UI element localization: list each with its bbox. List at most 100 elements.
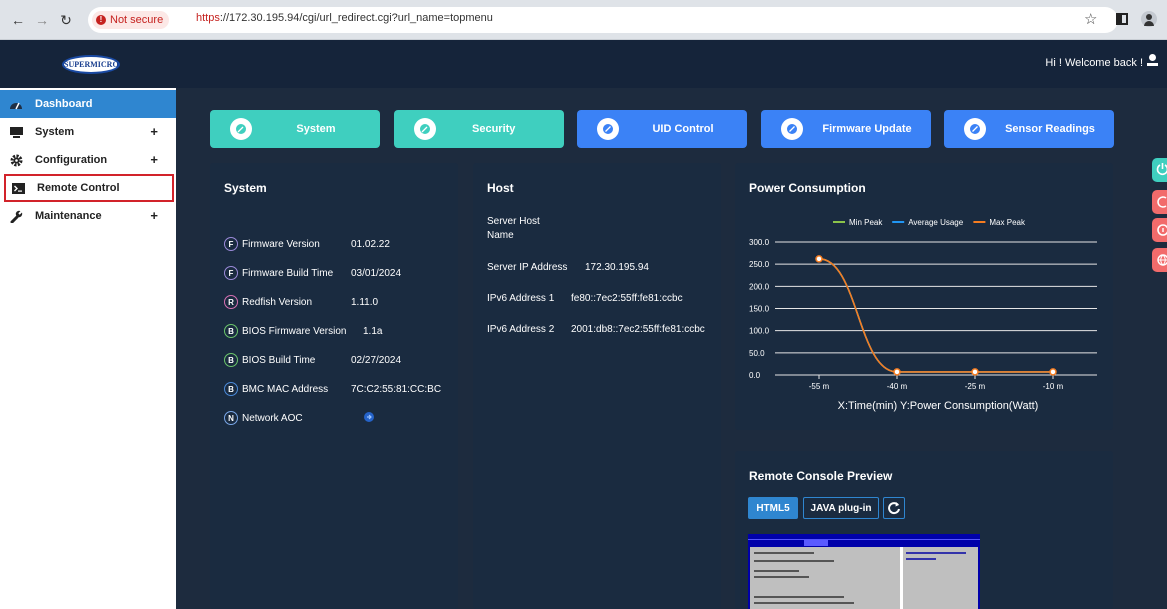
y-tick-label: 100.0 [749, 327, 770, 336]
info-value: 03/01/2024 [351, 267, 402, 279]
java-plugin-button[interactable]: JAVA plug-in [803, 497, 879, 519]
refresh-icon [888, 502, 900, 515]
expand-plus-icon[interactable]: + [150, 124, 158, 139]
not-secure-label: Not secure [110, 14, 164, 26]
info-row: IPv6 Address 2 2001:db8::7ec2:55ff:fe81:… [487, 324, 717, 335]
info-icon [1157, 224, 1167, 236]
info-row: B BIOS Build Time 02/27/2024 [224, 352, 401, 368]
data-point [815, 255, 823, 263]
reload-icon[interactable]: ↻ [58, 12, 74, 28]
html5-button[interactable]: HTML5 [748, 497, 798, 519]
x-tick-label: -55 m [809, 382, 830, 391]
leaf-icon [230, 118, 252, 140]
terminal-icon [11, 181, 25, 195]
link-icon [964, 118, 986, 140]
arrow-circle-icon[interactable] [363, 411, 375, 426]
tab-label: System [296, 123, 336, 135]
user-icon[interactable] [1147, 54, 1158, 68]
legend-label: Min Peak [849, 218, 883, 227]
sidebar-item-configuration[interactable]: Configuration + [0, 146, 176, 174]
url-text[interactable]: https://172.30.195.94/cgi/url_redirect.c… [196, 12, 493, 24]
panel-title: System [224, 181, 267, 195]
r-badge-icon: R [224, 295, 238, 309]
info-label: Redfish Version [242, 296, 313, 308]
power-icon [1156, 163, 1167, 176]
info-label: Firmware Build Time [242, 267, 334, 279]
tab-security[interactable]: Security [394, 110, 564, 148]
x-tick-label: -10 m [1043, 382, 1064, 391]
forward-arrow-icon[interactable]: → [34, 12, 50, 28]
host-panel: Host Server Host Name Server IP Address … [473, 163, 721, 609]
profile-icon[interactable] [1141, 11, 1157, 27]
expand-plus-icon[interactable]: + [150, 152, 158, 167]
sidebar-item-dashboard[interactable]: Dashboard [0, 90, 176, 118]
supermicro-logo[interactable]: SUPERMICRO [62, 55, 120, 74]
y-tick-label: 50.0 [749, 349, 765, 358]
reset-side-tab[interactable] [1152, 190, 1167, 214]
info-row: B BIOS Firmware Version 1.1a [224, 323, 382, 339]
tab-system[interactable]: System [210, 110, 380, 148]
info-value: 1.11.0 [351, 296, 379, 308]
sidepanel-icon[interactable] [1116, 13, 1128, 25]
tab-label: Sensor Readings [1005, 123, 1095, 135]
info-row: IPv6 Address 1 fe80::7ec2:55ff:fe81:ccbc [487, 293, 717, 304]
data-point [971, 368, 979, 376]
refresh-button[interactable] [883, 497, 905, 519]
info-row: N Network AOC [224, 410, 374, 426]
tab-label: Firmware Update [822, 123, 912, 135]
data-point [1049, 368, 1057, 376]
series-line [818, 258, 1053, 373]
info-row: F Firmware Build Time 03/01/2024 [224, 265, 401, 281]
browser-toolbar: ← → ↻ ! Not secure https://172.30.195.94… [0, 0, 1167, 40]
host-label: IPv6 Address 2 [487, 324, 555, 335]
info-row: F Firmware Version 01.02.22 [224, 236, 390, 252]
url-scheme: https [196, 12, 220, 24]
info-label: BIOS Build Time [242, 354, 316, 366]
sidebar: Dashboard System + Configuration + Remot… [0, 88, 176, 609]
warning-icon: ! [96, 15, 106, 25]
console-preview-image[interactable] [748, 534, 980, 609]
info-row: Server IP Address 172.30.195.94 [487, 262, 717, 273]
system-panel: System F Firmware Version 01.02.22 F Fir… [210, 163, 458, 609]
address-bar[interactable]: ! Not secure https://172.30.195.94/cgi/u… [88, 7, 1118, 33]
host-label: Server Host [487, 216, 540, 227]
x-tick-label: -40 m [887, 382, 908, 391]
legend-label: Max Peak [989, 218, 1026, 227]
host-value: 2001:db8::7ec2:55ff:fe81:ccbc [571, 324, 705, 335]
info-label: Network AOC [242, 412, 303, 424]
sidebar-item-maintenance[interactable]: Maintenance + [0, 202, 176, 230]
power-side-tab[interactable] [1152, 158, 1167, 182]
power-chart: 300.0 250.0 200.0 150.0 100.0 50.0 0.0 -55 m -40… [749, 218, 1097, 412]
monitor-icon [9, 125, 23, 139]
y-tick-label: 200.0 [749, 282, 770, 291]
dashboard-icon [9, 97, 23, 111]
series-line [818, 258, 1053, 373]
info-label: Firmware Version [242, 238, 320, 250]
host-label: IPv6 Address 1 [487, 293, 555, 304]
tab-uid-control[interactable]: UID Control [577, 110, 747, 148]
legend-label: Average Usage [908, 218, 964, 227]
host-value: fe80::7ec2:55ff:fe81:ccbc [571, 293, 683, 304]
bookmark-star-icon[interactable]: ☆ [1084, 10, 1097, 28]
back-arrow-icon[interactable]: ← [10, 12, 26, 28]
tab-label: Security [472, 123, 516, 135]
expand-plus-icon[interactable]: + [150, 208, 158, 223]
info-side-tab[interactable] [1152, 218, 1167, 242]
panel-title: Remote Console Preview [749, 469, 893, 483]
welcome-text: Hi ! Welcome back ! [1045, 57, 1143, 69]
link-icon [597, 118, 619, 140]
series-line [818, 258, 1053, 373]
info-value: 7C:C2:55:81:CC:BC [351, 383, 442, 395]
sidebar-item-system[interactable]: System + [0, 118, 176, 146]
not-secure-badge[interactable]: ! Not secure [92, 11, 170, 29]
info-value: 01.02.22 [351, 238, 390, 250]
tab-sensor-readings[interactable]: Sensor Readings [944, 110, 1114, 148]
b-badge-icon: B [224, 382, 238, 396]
url-path: ://172.30.195.94/cgi/url_redirect.cgi?ur… [219, 12, 493, 24]
sidebar-item-remote-control[interactable]: Remote Control [4, 174, 174, 202]
tab-firmware-update[interactable]: Firmware Update [761, 110, 931, 148]
info-row: B BMC MAC Address 7C:C2:55:81:CC:BC [224, 381, 441, 397]
info-label: BMC MAC Address [242, 383, 329, 395]
y-tick-label: 150.0 [749, 305, 770, 314]
globe-side-tab[interactable] [1152, 248, 1167, 272]
